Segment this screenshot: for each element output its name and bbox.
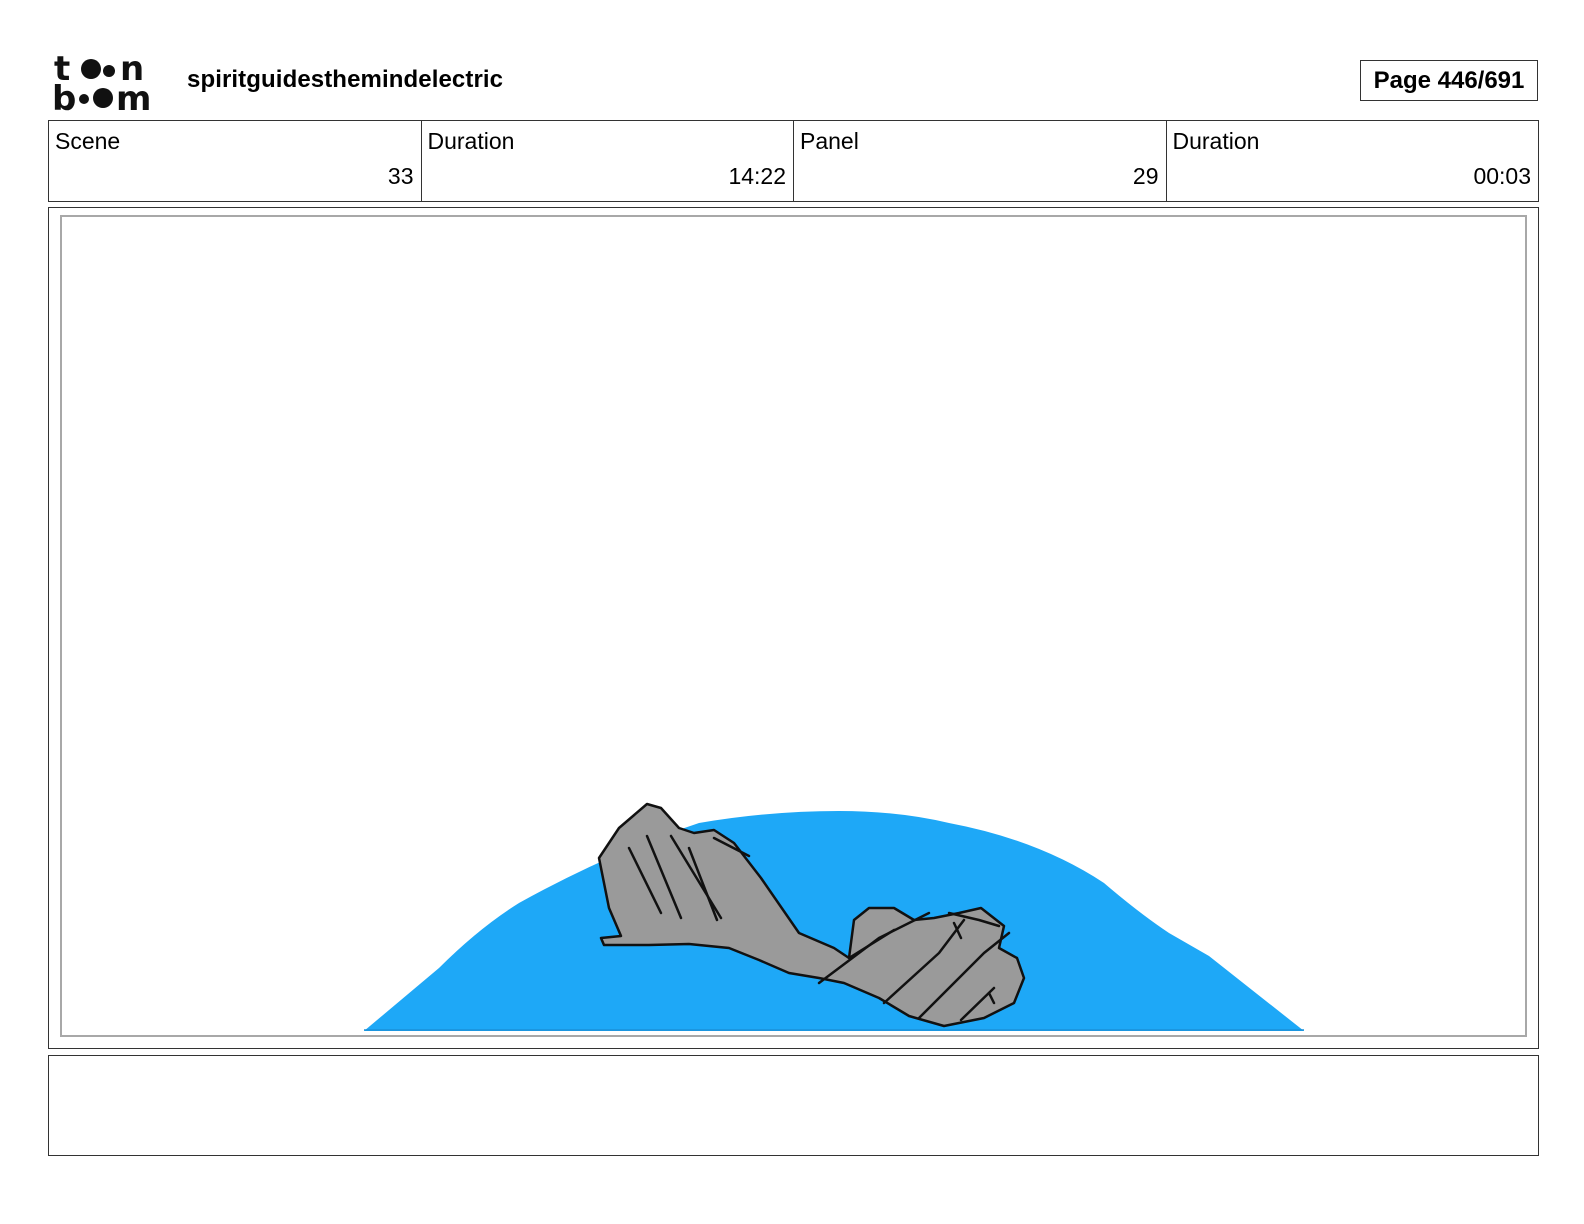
scene-label: Scene xyxy=(55,128,121,154)
notes-area xyxy=(48,1055,1539,1156)
svg-text:m: m xyxy=(116,79,151,112)
scene-duration-label: Duration xyxy=(427,128,515,154)
panel-label: Panel xyxy=(800,128,859,154)
project-title: spiritguidesthemindelectric xyxy=(187,66,504,93)
panel-cell: Panel 29 xyxy=(794,121,1167,201)
info-table: Scene 33 Duration 14:22 Panel 29 Duratio… xyxy=(48,120,1539,202)
svg-text:b: b xyxy=(52,79,76,112)
scene-value: 33 xyxy=(387,163,414,189)
panel-duration-value: 00:03 xyxy=(1473,163,1531,189)
storyboard-panel xyxy=(48,207,1539,1049)
scene-duration-value: 14:22 xyxy=(728,163,786,189)
panel-duration-label: Duration xyxy=(1172,128,1260,154)
page-number: Page 446/691 xyxy=(1360,60,1538,101)
scene-cell: Scene 33 xyxy=(49,121,422,201)
panel-safe-frame xyxy=(60,215,1527,1037)
panel-value: 29 xyxy=(1132,163,1159,189)
panel-duration-cell: Duration 00:03 xyxy=(1167,121,1539,201)
toon-boom-logo-icon: t n b m xyxy=(52,49,164,119)
scene-duration-cell: Duration 14:22 xyxy=(422,121,794,201)
